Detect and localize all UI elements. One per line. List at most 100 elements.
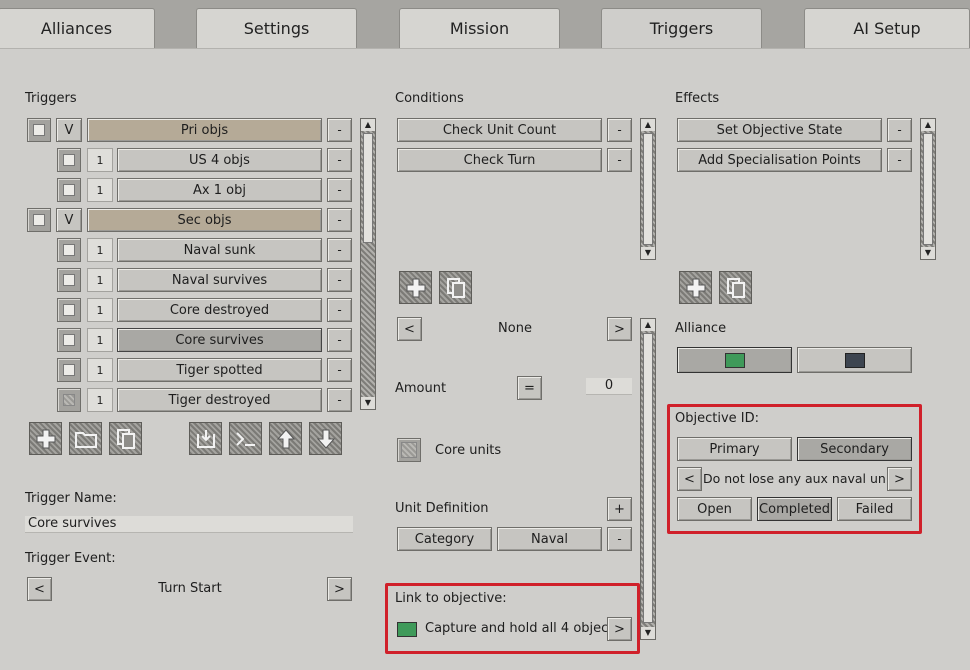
trigger-checkbox[interactable] (27, 208, 51, 232)
core-units-checkbox[interactable] (397, 438, 421, 462)
amount-operator-button[interactable]: = (517, 376, 542, 400)
trigger-checkbox[interactable] (57, 388, 81, 412)
trigger-group-toggle[interactable]: V (56, 118, 82, 142)
remove-effect-button[interactable]: - (887, 118, 912, 142)
trigger-event-next-button[interactable]: > (327, 577, 352, 601)
copy-effect-button[interactable] (719, 271, 752, 304)
trigger-group-toggle[interactable]: V (56, 208, 82, 232)
state-failed-button[interactable]: Failed (837, 497, 912, 521)
trigger-item[interactable]: US 4 objs (117, 148, 322, 172)
objective-next-button[interactable]: > (887, 467, 912, 491)
tab-alliances[interactable]: Alliances (0, 8, 155, 48)
remove-trigger-button[interactable]: - (327, 118, 352, 142)
condition-selector-value: None (498, 321, 532, 336)
trigger-item[interactable]: Tiger spotted (117, 358, 322, 382)
remove-trigger-button[interactable]: - (327, 298, 352, 322)
scroll-up-icon[interactable]: ▲ (921, 119, 935, 131)
naval-button[interactable]: Naval (497, 527, 602, 551)
trigger-name-field[interactable]: Core survives (25, 516, 353, 533)
alliance-b-button[interactable] (797, 347, 912, 373)
trigger-item[interactable]: Ax 1 obj (117, 178, 322, 202)
tab-triggers[interactable]: Triggers (601, 8, 762, 48)
effect-item[interactable]: Add Specialisation Points (677, 148, 882, 172)
trigger-checkbox[interactable] (57, 238, 81, 262)
category-button[interactable]: Category (397, 527, 492, 551)
trigger-item[interactable]: Tiger destroyed (117, 388, 322, 412)
trigger-checkbox[interactable] (57, 298, 81, 322)
import-button[interactable] (189, 422, 222, 455)
add-condition-button[interactable] (399, 271, 432, 304)
alliance-a-button[interactable] (677, 347, 792, 373)
trigger-checkbox[interactable] (57, 178, 81, 202)
scroll-down-icon[interactable]: ▼ (361, 397, 375, 409)
scroll-up-icon[interactable]: ▲ (641, 119, 655, 131)
trigger-item[interactable]: Naval survives (117, 268, 322, 292)
condition-details-scrollbar[interactable]: ▲ ▼ (640, 318, 656, 640)
tab-ai-setup[interactable]: AI Setup (804, 8, 970, 48)
remove-trigger-button[interactable]: - (327, 208, 352, 232)
remove-trigger-button[interactable]: - (327, 268, 352, 292)
tab-mission[interactable]: Mission (399, 8, 560, 48)
trigger-checkbox[interactable] (57, 148, 81, 172)
scroll-down-icon[interactable]: ▼ (641, 247, 655, 259)
condition-next-button[interactable]: > (607, 317, 632, 341)
tab-settings[interactable]: Settings (196, 8, 357, 48)
copy-condition-button[interactable] (439, 271, 472, 304)
remove-trigger-button[interactable]: - (327, 238, 352, 262)
remove-trigger-button[interactable]: - (327, 388, 352, 412)
open-folder-button[interactable] (69, 422, 102, 455)
effect-item[interactable]: Set Objective State (677, 118, 882, 142)
remove-trigger-button[interactable]: - (327, 178, 352, 202)
scroll-thumb[interactable] (643, 133, 653, 245)
effects-scrollbar[interactable]: ▲ ▼ (920, 118, 936, 260)
remove-trigger-button[interactable]: - (327, 328, 352, 352)
scroll-down-icon[interactable]: ▼ (641, 627, 655, 639)
add-trigger-button[interactable] (29, 422, 62, 455)
trigger-checkbox[interactable] (27, 118, 51, 142)
trigger-item[interactable]: Naval sunk (117, 238, 322, 262)
triggers-scrollbar[interactable]: ▲ ▼ (360, 118, 376, 410)
state-open-button[interactable]: Open (677, 497, 752, 521)
plus-icon (36, 429, 55, 448)
remove-condition-button[interactable]: - (607, 148, 632, 172)
scroll-thumb[interactable] (643, 333, 653, 623)
link-objective-next-button[interactable]: > (607, 617, 632, 641)
copy-trigger-button[interactable] (109, 422, 142, 455)
secondary-button[interactable]: Secondary (797, 437, 912, 461)
trigger-count: 1 (87, 328, 113, 352)
move-up-button[interactable] (269, 422, 302, 455)
arrow-up-icon (276, 428, 295, 448)
objective-prev-button[interactable]: < (677, 467, 702, 491)
remove-condition-button[interactable]: - (607, 118, 632, 142)
scroll-thumb[interactable] (923, 133, 933, 245)
condition-prev-button[interactable]: < (397, 317, 422, 341)
trigger-checkbox[interactable] (57, 358, 81, 382)
remove-trigger-button[interactable]: - (327, 148, 352, 172)
link-objective-color-swatch (397, 622, 417, 637)
state-completed-button[interactable]: Completed (757, 497, 832, 521)
scroll-up-icon[interactable]: ▲ (641, 319, 655, 331)
scroll-thumb[interactable] (363, 133, 373, 243)
amount-field[interactable]: 0 (586, 378, 632, 395)
trigger-checkbox[interactable] (57, 328, 81, 352)
trigger-checkbox[interactable] (57, 268, 81, 292)
trigger-item[interactable]: Sec objs (87, 208, 322, 232)
primary-button[interactable]: Primary (677, 437, 792, 461)
move-down-button[interactable] (309, 422, 342, 455)
add-effect-button[interactable] (679, 271, 712, 304)
remove-unit-definition-button[interactable]: - (607, 527, 632, 551)
trigger-item[interactable]: Core destroyed (117, 298, 322, 322)
condition-item[interactable]: Check Turn (397, 148, 602, 172)
add-unit-definition-button[interactable]: + (607, 497, 632, 521)
link-to-objective-label: Link to objective: (395, 591, 507, 606)
condition-item[interactable]: Check Unit Count (397, 118, 602, 142)
remove-effect-button[interactable]: - (887, 148, 912, 172)
scroll-down-icon[interactable]: ▼ (921, 247, 935, 259)
conditions-scrollbar[interactable]: ▲ ▼ (640, 118, 656, 260)
scroll-up-icon[interactable]: ▲ (361, 119, 375, 131)
trigger-event-prev-button[interactable]: < (27, 577, 52, 601)
trigger-item-selected[interactable]: Core survives (117, 328, 322, 352)
console-button[interactable] (229, 422, 262, 455)
trigger-item[interactable]: Pri objs (87, 118, 322, 142)
remove-trigger-button[interactable]: - (327, 358, 352, 382)
